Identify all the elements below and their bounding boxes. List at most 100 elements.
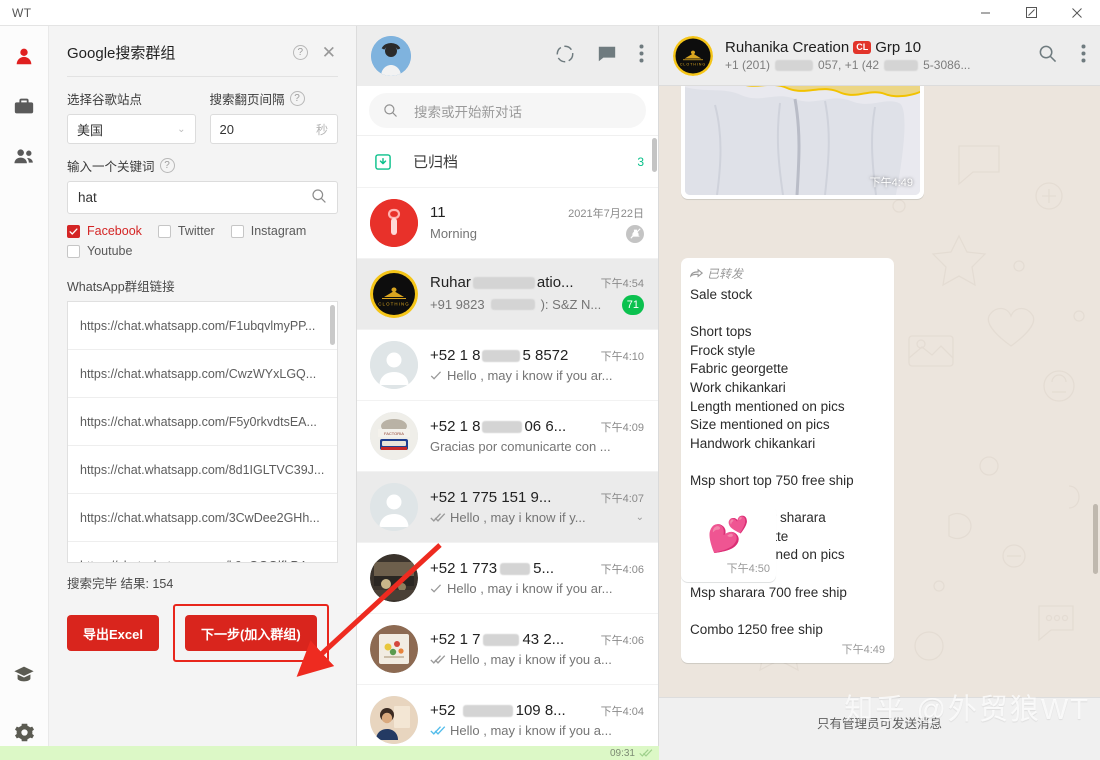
chat-list-item-7[interactable]: +52 1 7 43 2... 下午4:06 Hello , may i know… [357,614,658,685]
redaction-block [500,563,531,576]
sidebar-item-contacts[interactable] [4,36,44,76]
page-interval-field: 搜索翻页间隔 ? 20 秒 [209,89,338,144]
chat-list-header [357,26,658,86]
chat-item-body: +52 1 7 43 2... 下午4:06 Hello , may i know… [430,631,644,667]
checkbox-label: Facebook [87,224,142,238]
google-site-select[interactable]: 美国 ⌄ [67,114,196,144]
chat-item-line1: +52 1 8 06 6... 下午4:09 [430,418,644,435]
avatar [370,554,418,602]
links-list-label: WhatsApp群组链接 [67,280,175,294]
chat-list-item-3[interactable]: +52 1 8 5 8572 下午4:10 Hello , may i know … [357,330,658,401]
menu-dots-icon[interactable] [639,44,644,68]
photo-avatar [370,625,418,673]
close-button[interactable] [1054,0,1100,26]
status-ring-icon[interactable] [555,44,575,69]
forwarded-label: 已转发 [690,265,885,282]
search-icon[interactable] [311,188,327,207]
chat-list-item-6[interactable]: +52 1 773 5... 下午4:06 Hello , may i know … [357,543,658,614]
keyword-input[interactable]: hat [67,181,338,214]
chat-item-body: Ruhar atio... 下午4:54 +91 9823): S&Z N... … [430,274,644,315]
scrollbar-thumb[interactable] [652,138,657,172]
checkbox-twitter[interactable]: Twitter [157,224,215,238]
list-item[interactable]: https://chat.whatsapp.com/8d1IGLTVC39J..… [68,446,337,494]
conversation-title: Ruhanika Creation CL Grp 10 [725,39,1026,56]
sidebar-item-tutorial[interactable] [4,654,44,694]
question-mark-icon[interactable]: ? [289,91,305,106]
chat-item-message-text: Hello , may i know if you ar... [447,368,613,383]
chat-list-item-4[interactable]: FACTORIA +52 1 8 06 6... 下午4:09 Gracias … [357,401,658,472]
question-mark-icon[interactable]: ? [159,158,175,173]
whatsapp-links-list[interactable]: https://chat.whatsapp.com/F1ubqvlmyPP...… [67,301,338,563]
chat-item-name: +52 1 8 06 6... [430,418,566,435]
chat-item-time: 下午4:10 [600,351,644,363]
chevron-down-icon: ⌄ [177,123,186,135]
message-bubble-text[interactable]: 已转发 Sale stock Short tops Frock style Fa… [681,258,894,664]
subtitle-mid: 057, +1 (42 [818,58,880,72]
page-interval-label-text: 搜索翻页间隔 [209,93,285,107]
chat-item-name: +52 1 8 5 8572 [430,347,568,364]
chat-list-item-5[interactable]: +52 1 775 151 9... 下午4:07 Hello , may i … [357,472,658,543]
avatar[interactable]: CLOTHING [673,35,713,76]
single-check-icon [430,371,442,380]
list-item[interactable]: https://chat.whatsapp.com/k9nQQQlfkP4... [68,542,337,563]
checkbox-facebook[interactable]: Facebook [67,224,142,238]
scrollbar-thumb[interactable] [1093,504,1098,574]
chat-item-message: Hello , may i know if you ar... [430,368,612,383]
chevron-down-icon[interactable]: ⌄ [630,512,644,523]
chat-list-item-ruhanika[interactable]: CLOTHING Ruhar atio... 下午4:54 +91 9823): … [357,259,658,330]
message-area[interactable]: 下午4:49 已转发 Sale stock Short tops Frock s… [659,86,1100,697]
group-avatar-icon [370,199,418,247]
default-user-avatar [370,483,418,531]
avatar[interactable] [371,36,411,76]
message-bubble-emoji[interactable]: 💕 下午4:50 [681,504,776,582]
chat-item-name-suffix: 06 6... [524,418,567,435]
sidebar-item-toolbox[interactable] [4,86,44,126]
checkbox-box [67,224,80,238]
export-excel-button[interactable]: 导出Excel [67,615,159,651]
list-item[interactable]: https://chat.whatsapp.com/CwzWYxLGQ... [68,350,337,398]
message-bubble-image[interactable]: 下午4:49 [681,86,924,199]
scrollbar-thumb[interactable] [330,305,335,345]
avatar: CLOTHING [370,270,418,318]
message-timestamp: 下午4:50 [726,563,770,575]
chat-item-time: 2021年7月22日 [568,207,644,220]
checkbox-label: Twitter [177,224,215,238]
briefcase-icon [14,98,34,114]
question-mark-icon[interactable]: ? [292,45,308,60]
archived-row[interactable]: 已归档 3 [357,136,658,188]
truck-logo-avatar: FACTORIA [370,412,418,460]
message-timestamp: 下午4:49 [841,644,885,657]
chat-item-line2: Gracias por comunicarte con ... [430,439,644,454]
photo-avatar [370,554,418,602]
settings-row: 选择谷歌站点 美国 ⌄ 搜索翻页间隔 ? 20 秒 [49,77,356,144]
chat-item-name: Ruhar atio... [430,274,574,291]
checkbox-instagram[interactable]: Instagram [230,224,306,238]
title-bar: WT [0,0,1100,26]
chat-item-line1: 11 2021年7月22日 [430,204,644,221]
close-icon[interactable]: ✕ [322,44,336,61]
maximize-button[interactable] [1008,0,1054,26]
page-interval-input[interactable]: 20 秒 [209,114,338,144]
list-item[interactable]: https://chat.whatsapp.com/F1ubqvlmyPP... [68,302,337,350]
user-avatar [371,36,411,76]
search-icon[interactable] [1038,44,1057,68]
chat-list-item-11[interactable]: 11 2021年7月22日 Morning [357,188,658,259]
menu-dots-icon[interactable] [1081,44,1086,68]
checkbox-youtube[interactable]: Youtube [67,244,322,258]
google-site-field: 选择谷歌站点 美国 ⌄ [67,89,196,144]
chat-item-name-prefix: +52 1 773 [430,560,498,577]
next-step-button[interactable]: 下一步(加入群组) [184,615,317,651]
new-chat-icon[interactable] [597,44,617,69]
chat-item-line1: +52 1 775 151 9... 下午4:07 [430,489,644,506]
page-interval-value: 20 [219,121,234,137]
list-item[interactable]: https://chat.whatsapp.com/3CwDee2GHh... [68,494,337,542]
conversation-footer: 只有管理员可发送消息 知乎 @外贸狼WT [659,694,1100,746]
keyword-label-text: 输入一个关键词 [67,160,155,174]
list-item[interactable]: https://chat.whatsapp.com/F5y0rkvdtsEA..… [68,398,337,446]
ruhanika-logo-avatar: CLOTHING [673,35,713,76]
search-input[interactable]: 搜索或开始新对话 [369,93,646,128]
minimize-button[interactable] [962,0,1008,26]
chat-list[interactable]: 已归档 3 11 2021年7月22日 Morning CLOTHING Ruh… [357,136,658,754]
sidebar-item-groups[interactable] [4,136,44,176]
chat-list-item-8[interactable]: +52 109 8... 下午4:04 Hello , may i know i… [357,685,658,754]
